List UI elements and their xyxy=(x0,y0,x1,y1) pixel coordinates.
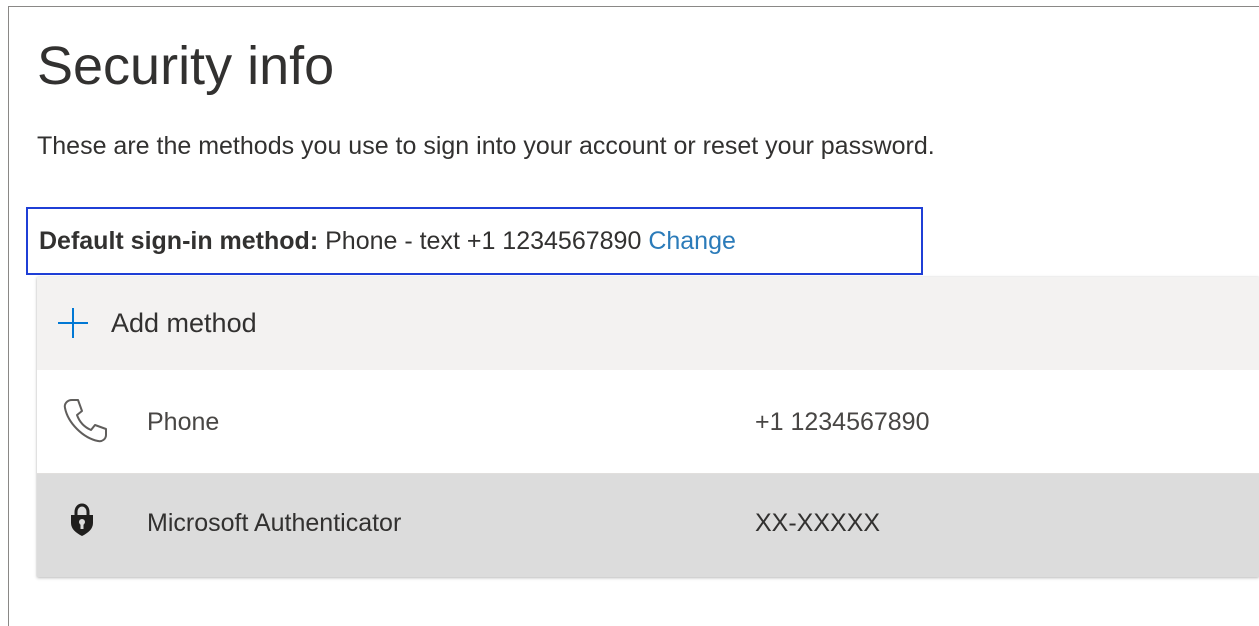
authenticator-lock-icon xyxy=(71,503,93,536)
method-row-phone[interactable]: Phone +1 1234567890 xyxy=(37,370,1259,474)
plus-icon xyxy=(58,308,88,338)
default-sign-in-method: Default sign-in method: Phone - text +1 … xyxy=(26,207,923,275)
methods-panel: Add method Phone +1 1234567890 Microsoft… xyxy=(37,277,1259,577)
change-default-method-link[interactable]: Change xyxy=(648,227,736,255)
method-row-authenticator[interactable]: Microsoft Authenticator XX-XXXXX xyxy=(37,474,1259,577)
page-description: These are the methods you use to sign in… xyxy=(37,132,935,160)
default-method-label: Default sign-in method: xyxy=(39,227,319,255)
phone-icon xyxy=(63,399,107,443)
method-detail: XX-XXXXX xyxy=(755,509,881,537)
page-title: Security info xyxy=(37,36,335,96)
default-method-value: Phone - text +1 1234567890 xyxy=(325,227,642,255)
add-method-label: Add method xyxy=(111,308,257,338)
method-detail: +1 1234567890 xyxy=(755,408,930,436)
add-method-button[interactable]: Add method xyxy=(37,277,1259,370)
method-name: Microsoft Authenticator xyxy=(147,509,402,537)
method-name: Phone xyxy=(147,408,220,436)
